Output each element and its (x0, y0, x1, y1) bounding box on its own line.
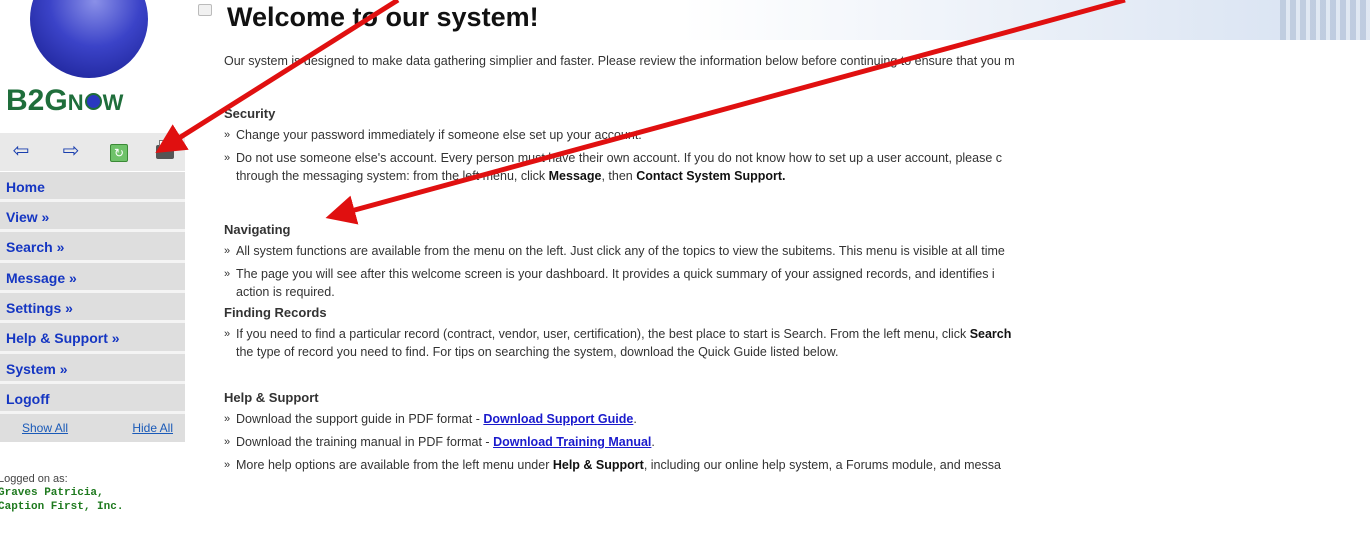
logo-w: W (102, 90, 124, 115)
help-bullet-1: Download the support guide in PDF format… (224, 410, 1001, 428)
logo-o (84, 93, 102, 110)
security-bullet-2-cont: through the messaging system: from the l… (236, 169, 786, 183)
show-all-link[interactable]: Show All (22, 414, 68, 442)
page-corner-icon (198, 4, 212, 16)
toolbar: ⇦ ⇨ ↻ (0, 133, 185, 171)
show-hide-bar: Show All Hide All (0, 414, 185, 442)
menu-home[interactable]: Home (0, 172, 185, 202)
download-training-manual-link[interactable]: Download Training Manual (493, 435, 651, 449)
refresh-icon[interactable]: ↻ (110, 144, 128, 162)
menu-settings[interactable]: Settings » (0, 293, 185, 323)
back-arrow-icon[interactable]: ⇦ (8, 139, 34, 163)
building-image (1280, 0, 1370, 40)
forward-arrow-icon[interactable]: ⇨ (58, 139, 84, 163)
help-heading: Help & Support (224, 390, 319, 405)
section-security: Security Change your password immediatel… (224, 106, 1002, 185)
page-title: Welcome to our system! (227, 2, 539, 32)
help-bullet-2: Download the training manual in PDF form… (224, 433, 1001, 451)
section-finding-records: Finding Records If you need to find a pa… (224, 305, 1011, 361)
logo-n: N (67, 90, 84, 115)
logo-globe (30, 0, 148, 78)
navigating-heading: Navigating (224, 222, 291, 237)
section-help-support: Help & Support Download the support guid… (224, 390, 1001, 474)
finding-bullet-1-cont: the type of record you need to find. For… (236, 345, 839, 359)
main-content: Welcome to our system! Our system is des… (198, 0, 1370, 540)
intro-text: Our system is designed to make data gath… (224, 54, 1015, 68)
download-support-guide-link[interactable]: Download Support Guide (483, 412, 633, 426)
security-bullet-1: Change your password immediately if some… (224, 126, 1002, 144)
menu-message[interactable]: Message » (0, 263, 185, 293)
sidebar-menu: Home View » Search » Message » Settings … (0, 172, 185, 442)
logo: B2GN W (6, 84, 123, 118)
menu-view[interactable]: View » (0, 202, 185, 232)
security-heading: Security (224, 106, 276, 121)
print-icon[interactable] (156, 140, 174, 159)
logged-on-info: Logged on as: Graves Patricia, Caption F… (0, 472, 123, 514)
section-navigating: Navigating All system functions are avai… (224, 222, 1005, 301)
navigating-bullet-2-cont: action is required. (236, 285, 335, 299)
logo-prefix: B2G (6, 84, 68, 117)
menu-system[interactable]: System » (0, 354, 185, 384)
sidebar: B2GN W ⇦ ⇨ ↻ Home View » Search » Message… (0, 0, 185, 540)
security-bullet-2: Do not use someone else's account. Every… (224, 149, 1002, 167)
menu-help-support[interactable]: Help & Support » (0, 323, 185, 354)
help-bullet-3: More help options are available from the… (224, 456, 1001, 474)
logged-user-name: Graves Patricia, (0, 487, 104, 499)
hide-all-link[interactable]: Hide All (132, 414, 173, 442)
menu-search[interactable]: Search » (0, 232, 185, 263)
navigating-bullet-1: All system functions are available from … (224, 242, 1005, 260)
logged-on-label: Logged on as: (0, 473, 68, 485)
menu-logoff[interactable]: Logoff (0, 384, 185, 414)
logged-user-company: Caption First, Inc. (0, 501, 124, 513)
navigating-bullet-2: The page you will see after this welcome… (224, 265, 1005, 283)
finding-bullet-1: If you need to find a particular record … (224, 325, 1011, 343)
finding-heading: Finding Records (224, 305, 327, 320)
